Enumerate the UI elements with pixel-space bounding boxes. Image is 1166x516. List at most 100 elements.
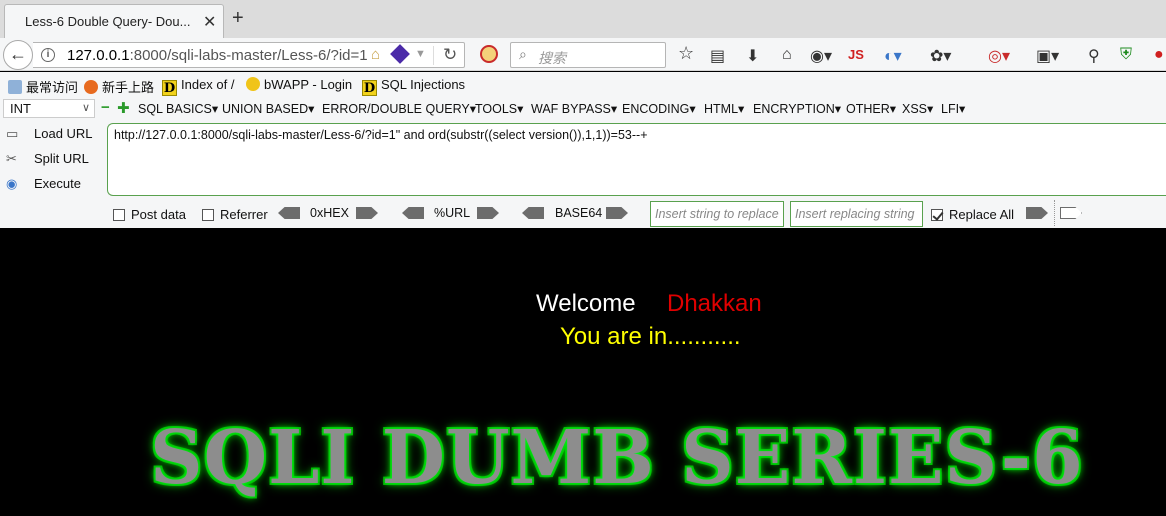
referrer-checkbox[interactable]: Referrer [202, 207, 268, 222]
browser-tab[interactable]: Less-6 Double Query- Dou... ✕ [4, 4, 224, 38]
bookmark-label: bWAPP - Login [264, 77, 353, 92]
execute-button[interactable]: ◉ Execute [6, 176, 81, 192]
bookmark-label: Index of / [181, 77, 235, 92]
url-host: 127.0.0.1 [67, 47, 130, 64]
url-encode-arrow-icon[interactable] [477, 207, 499, 219]
status-message: You are in........... [560, 323, 741, 350]
replace-next-arrow-icon[interactable] [1060, 207, 1082, 219]
referrer-label: Referrer [220, 207, 268, 222]
menu-encoding[interactable]: ENCODING▾ [622, 101, 696, 116]
bookmark-bwapp[interactable]: bWAPP - Login [246, 77, 352, 92]
navigation-bar: ← i 127.0.0.1:8000/sqli-labs-master/Less… [0, 38, 1166, 71]
menu-tools[interactable]: TOOLS▾ [475, 101, 523, 116]
url-label: %URL [434, 206, 471, 220]
base64-decode-arrow-icon[interactable] [522, 207, 544, 219]
base64-encode-arrow-icon[interactable] [606, 207, 628, 219]
bookmark-getting-started[interactable]: 新手上路 [84, 77, 154, 96]
addon-icon[interactable]: ◉▾ [810, 46, 832, 66]
firefox-icon [84, 80, 98, 94]
load-icon: ▭ [6, 126, 19, 141]
menu-error-double-query[interactable]: ERROR/DOUBLE QUERY▾ [322, 101, 476, 116]
noscript-icon[interactable] [480, 45, 498, 63]
menu-lfi[interactable]: LFI▾ [941, 101, 965, 116]
bookmark-index-of[interactable]: D Index of / [162, 77, 234, 96]
dvwa-icon: D [362, 80, 377, 96]
search-placeholder: 搜索 [538, 50, 566, 66]
hex-decode-arrow-icon[interactable] [278, 207, 300, 219]
target-icon[interactable]: ◎▾ [988, 46, 1010, 66]
download-icon[interactable]: ⬇ [746, 46, 759, 66]
series-banner: SQLI DUMB SERIES-6 [150, 415, 1084, 501]
hex-encode-arrow-icon[interactable] [356, 207, 378, 219]
abp-icon[interactable]: ● [1154, 46, 1164, 64]
menu-html[interactable]: HTML▾ [704, 101, 744, 116]
hackbar-menu: INT ∨ − ✚ SQL BASICS▾ UNION BASED▾ ERROR/… [0, 97, 1166, 120]
tab-close-icon[interactable]: ✕ [203, 12, 216, 32]
url-text[interactable]: 127.0.0.1:8000/sqli-labs-master/Less-6/?… [67, 47, 368, 64]
search-input[interactable]: ⌕ 搜索 [510, 42, 666, 68]
reload-icon[interactable]: ↻ [443, 45, 457, 65]
home-icon[interactable]: ⌂ [782, 46, 792, 64]
menu-other[interactable]: OTHER▾ [846, 101, 896, 116]
url-path: :8000/sqli-labs-master/Less-6/?id=1 [129, 47, 368, 64]
chevron-down-icon: ∨ [81, 102, 90, 114]
hex-label: 0xHEX [310, 206, 349, 220]
user-name: Dhakkan [667, 290, 762, 317]
site-info-icon[interactable]: i [41, 48, 55, 62]
dvwa-icon: D [162, 80, 177, 96]
translate-icon[interactable]: ◐▾ [884, 46, 902, 66]
menu-encryption[interactable]: ENCRYPTION▾ [753, 101, 841, 116]
query-textarea[interactable]: http://127.0.0.1:8000/sqli-labs-master/L… [107, 123, 1166, 196]
replace-apply-arrow-icon[interactable] [1026, 207, 1048, 219]
folder-icon [8, 80, 22, 94]
load-url-label: Load URL [34, 126, 93, 141]
post-data-checkbox[interactable]: Post data [113, 207, 186, 222]
js-icon[interactable]: JS [848, 47, 864, 62]
bookmark-star-icon[interactable]: ☆ [678, 43, 694, 64]
type-select[interactable]: INT ∨ [3, 99, 95, 118]
split-url-label: Split URL [34, 151, 89, 166]
bookmark-sql-injections[interactable]: D SQL Injections [362, 77, 465, 96]
replace-all-checkbox[interactable]: Replace All [931, 207, 1014, 222]
split-url-button[interactable]: ✂ Split URL [6, 151, 89, 167]
menu-xss[interactable]: XSS▾ [902, 101, 933, 116]
bookmark-most-visited[interactable]: 最常访问 [8, 77, 78, 96]
palette-icon[interactable]: ✿▾ [930, 46, 951, 66]
reading-list-icon[interactable]: ▤ [710, 46, 725, 66]
url-bar[interactable]: i 127.0.0.1:8000/sqli-labs-master/Less-6… [33, 42, 465, 68]
window-icon[interactable]: ▣▾ [1036, 46, 1059, 66]
search-icon: ⌕ [519, 46, 527, 62]
url-decode-arrow-icon[interactable] [402, 207, 424, 219]
play-icon: ◉ [6, 176, 18, 191]
divider [433, 46, 434, 65]
replace-all-label: Replace All [949, 207, 1015, 222]
menu-waf-bypass[interactable]: WAF BYPASS▾ [531, 101, 617, 116]
bookmark-label: 新手上路 [102, 80, 155, 95]
bookmarks-bar: 最常访问 新手上路 D Index of / bWAPP - Login D SQL… [0, 72, 1166, 97]
execute-label: Execute [34, 176, 81, 191]
chevron-down-icon[interactable]: ▼ [415, 48, 426, 60]
checkbox-box [113, 209, 125, 221]
tab-bar: Less-6 Double Query- Dou... ✕ + [0, 0, 1166, 38]
menu-sql-basics[interactable]: SQL BASICS▾ [138, 101, 218, 116]
load-url-button[interactable]: ▭ Load URL [6, 126, 93, 142]
minus-icon[interactable]: − [101, 99, 110, 116]
replace-with-input[interactable]: Insert replacing string [790, 201, 923, 227]
base64-label: BASE64 [555, 206, 603, 220]
shield-icon[interactable]: ⛨ [1120, 46, 1132, 64]
gem-icon[interactable] [390, 44, 410, 64]
divider [1054, 200, 1055, 226]
query-text: http://127.0.0.1:8000/sqli-labs-master/L… [114, 128, 648, 142]
checkbox-box [931, 209, 943, 221]
new-tab-button[interactable]: + [232, 8, 244, 28]
replace-find-input[interactable]: Insert string to replace [650, 201, 784, 227]
page-content: Welcome Dhakkan You are in........... SQ… [0, 228, 1166, 516]
house-icon[interactable]: ⌂ [371, 46, 380, 63]
back-button[interactable]: ← [3, 40, 33, 70]
type-select-value: INT [10, 101, 31, 116]
menu-union-based[interactable]: UNION BASED▾ [222, 101, 314, 116]
tab-title: Less-6 Double Query- Dou... [25, 14, 191, 29]
zoom-icon[interactable]: ⚲ [1088, 46, 1100, 66]
plus-icon[interactable]: ✚ [117, 99, 130, 117]
welcome-text: Welcome [536, 290, 636, 317]
